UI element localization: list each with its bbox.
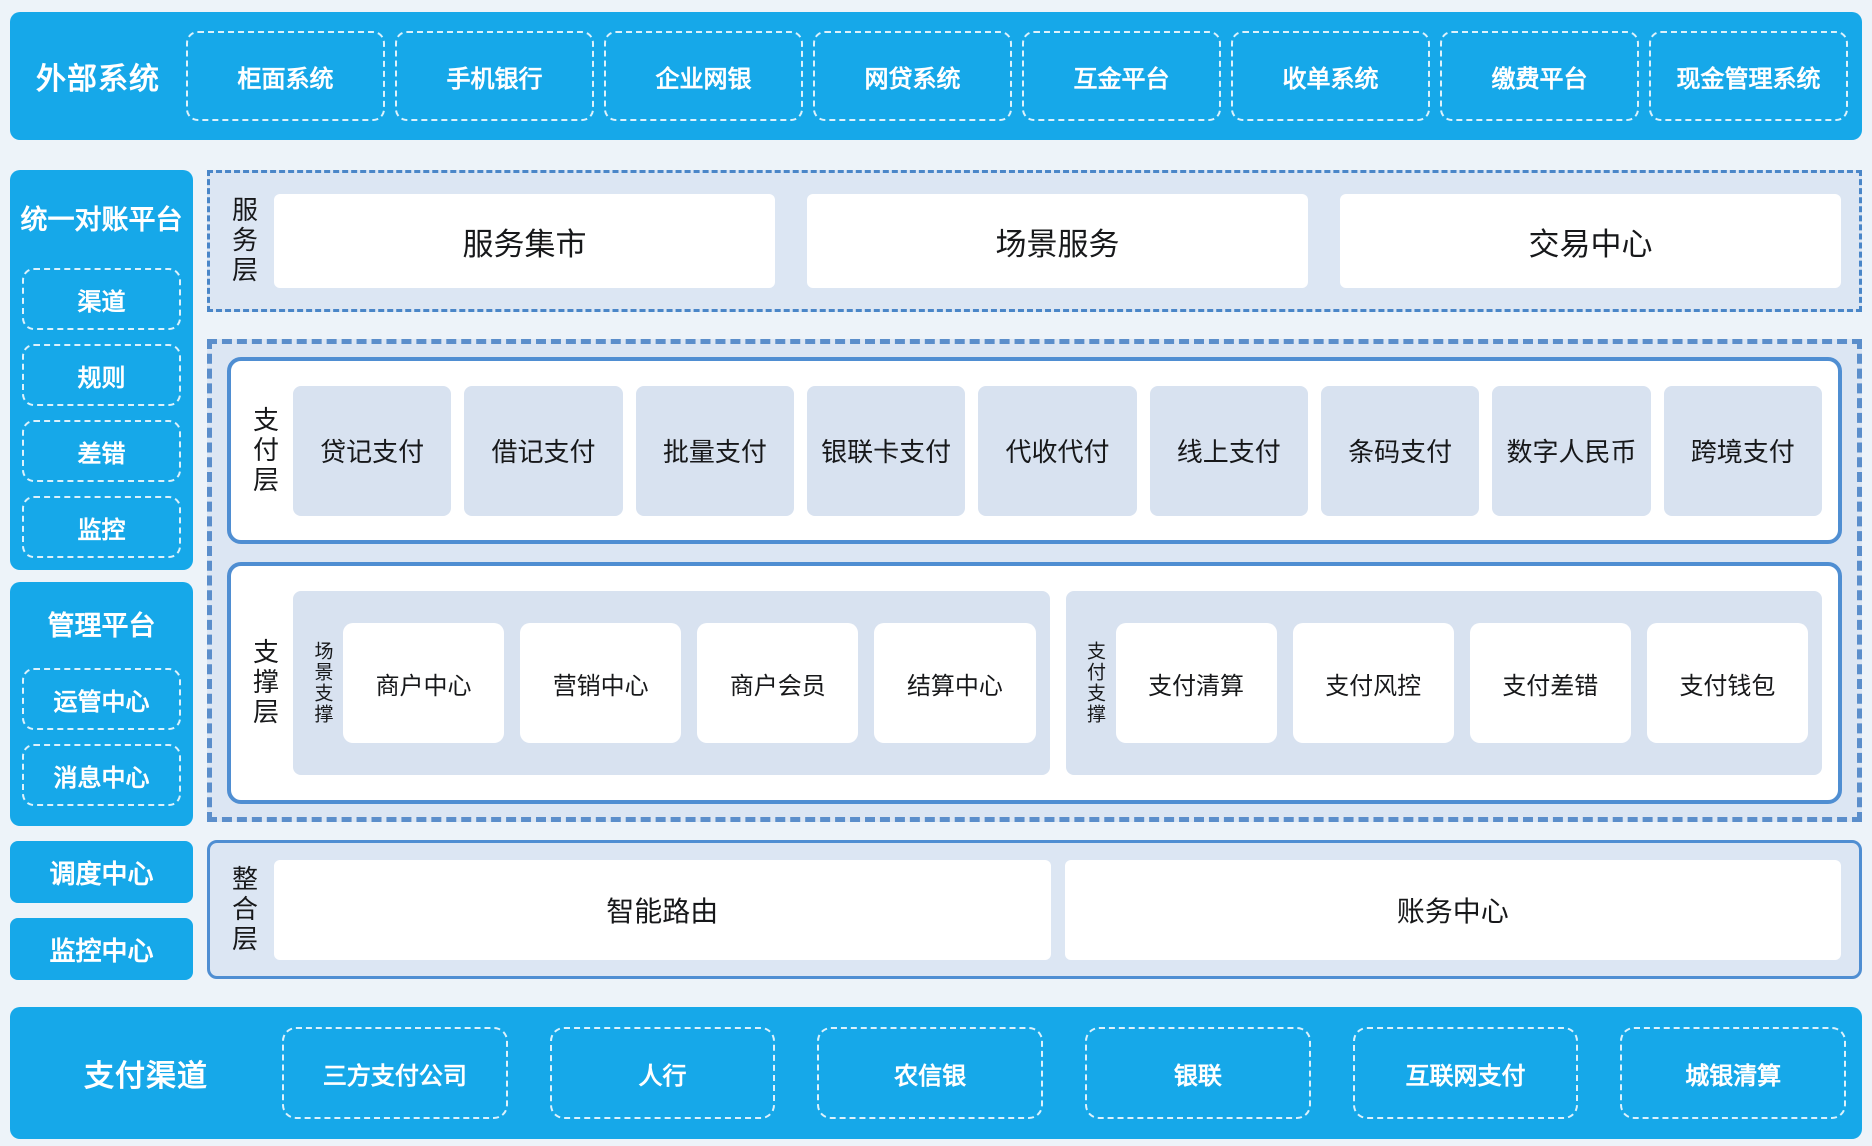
payment-channels-label: 支付渠道 — [10, 1051, 282, 1095]
support-item: 商户中心 — [343, 623, 504, 743]
payment-channel-item: 银联 — [1085, 1027, 1311, 1119]
reconciliation-platform-title: 统一对账平台 — [22, 180, 181, 254]
sidebar-dashed-item: 规则 — [22, 344, 181, 406]
payment-layer-items: 贷记支付借记支付批量支付银联卡支付代收代付线上支付条码支付数字人民币跨境支付 — [293, 386, 1822, 516]
service-layer-label: 服务层 — [220, 196, 268, 286]
sidebar-solid-item: 调度中心 — [10, 841, 193, 903]
support-item: 支付差错 — [1470, 623, 1631, 743]
scene-support-group: 场景支撑 商户中心营销中心商户会员结算中心 — [293, 591, 1050, 775]
external-system-item: 缴费平台 — [1440, 31, 1639, 121]
payment-channels-items: 三方支付公司人行农信银银联互联网支付城银清算 — [282, 1027, 1846, 1119]
integration-item: 智能路由 — [274, 860, 1051, 960]
core-dashed-container: 支付层 贷记支付借记支付批量支付银联卡支付代收代付线上支付条码支付数字人民币跨境… — [207, 339, 1862, 822]
sidebar-solid-blocks: 调度中心监控中心 — [10, 826, 193, 980]
management-platform-title: 管理平台 — [22, 592, 181, 654]
external-systems-label: 外部系统 — [10, 54, 186, 98]
payment-layer-label: 支付层 — [241, 406, 289, 496]
support-item: 支付风控 — [1293, 623, 1454, 743]
sidebar-dashed-item: 运管中心 — [22, 668, 181, 730]
payment-item: 批量支付 — [636, 386, 794, 516]
external-system-item: 柜面系统 — [186, 31, 385, 121]
service-layer: 服务层 服务集市场景服务交易中心 — [207, 170, 1862, 312]
external-systems-bar: 外部系统 柜面系统手机银行企业网银网贷系统互金平台收单系统缴费平台现金管理系统 — [10, 12, 1862, 140]
support-item: 结算中心 — [874, 623, 1035, 743]
payment-item: 银联卡支付 — [807, 386, 965, 516]
service-layer-items: 服务集市场景服务交易中心 — [274, 194, 1841, 288]
payment-channel-item: 城银清算 — [1620, 1027, 1846, 1119]
service-item: 场景服务 — [807, 194, 1308, 288]
reconciliation-platform-items: 渠道规则差错监控 — [22, 254, 181, 558]
payment-item: 数字人民币 — [1492, 386, 1650, 516]
external-system-item: 网贷系统 — [813, 31, 1012, 121]
payment-item: 借记支付 — [464, 386, 622, 516]
main-content: 服务层 服务集市场景服务交易中心 支付层 贷记支付借记支付批量支付银联卡支付代收… — [207, 170, 1862, 980]
payment-item: 代收代付 — [978, 386, 1136, 516]
sidebar-dashed-item: 渠道 — [22, 268, 181, 330]
support-layer-groups: 场景支撑 商户中心营销中心商户会员结算中心 支付支撑 支付清算支付风控支付差错支… — [293, 591, 1822, 775]
sidebar-solid-item: 监控中心 — [10, 918, 193, 980]
integration-item: 账务中心 — [1065, 860, 1842, 960]
payment-channel-item: 三方支付公司 — [282, 1027, 508, 1119]
external-system-item: 收单系统 — [1231, 31, 1430, 121]
sidebar-dashed-item: 消息中心 — [22, 744, 181, 806]
external-system-item: 企业网银 — [604, 31, 803, 121]
payment-support-items: 支付清算支付风控支付差错支付钱包 — [1116, 623, 1809, 743]
service-item: 交易中心 — [1340, 194, 1841, 288]
payment-channels-bar: 支付渠道 三方支付公司人行农信银银联互联网支付城银清算 — [10, 1007, 1862, 1139]
support-layer-label: 支撑层 — [241, 638, 289, 728]
sidebar: 统一对账平台 渠道规则差错监控 管理平台 运管中心消息中心 调度中心监控中心 — [10, 170, 193, 980]
support-item: 支付钱包 — [1647, 623, 1808, 743]
support-item: 营销中心 — [520, 623, 681, 743]
payment-item: 贷记支付 — [293, 386, 451, 516]
external-system-item: 手机银行 — [395, 31, 594, 121]
external-system-item: 现金管理系统 — [1649, 31, 1848, 121]
scene-support-label: 场景支撑 — [301, 641, 343, 725]
payment-channel-item: 农信银 — [817, 1027, 1043, 1119]
architecture-diagram: 外部系统 柜面系统手机银行企业网银网贷系统互金平台收单系统缴费平台现金管理系统 … — [0, 0, 1872, 1146]
reconciliation-platform-block: 统一对账平台 渠道规则差错监控 — [10, 170, 193, 570]
payment-layer: 支付层 贷记支付借记支付批量支付银联卡支付代收代付线上支付条码支付数字人民币跨境… — [227, 357, 1842, 544]
payment-support-group: 支付支撑 支付清算支付风控支付差错支付钱包 — [1066, 591, 1823, 775]
support-layer: 支撑层 场景支撑 商户中心营销中心商户会员结算中心 支付支撑 支付清算支付风控支… — [227, 562, 1842, 804]
middle-region: 统一对账平台 渠道规则差错监控 管理平台 运管中心消息中心 调度中心监控中心 服… — [10, 170, 1862, 980]
integration-layer-label: 整合层 — [220, 865, 268, 955]
management-platform-items: 运管中心消息中心 — [22, 654, 181, 806]
payment-item: 跨境支付 — [1664, 386, 1822, 516]
external-systems-items: 柜面系统手机银行企业网银网贷系统互金平台收单系统缴费平台现金管理系统 — [186, 31, 1848, 121]
payment-channel-item: 互联网支付 — [1353, 1027, 1579, 1119]
payment-item: 条码支付 — [1321, 386, 1479, 516]
scene-support-items: 商户中心营销中心商户会员结算中心 — [343, 623, 1036, 743]
payment-channel-item: 人行 — [550, 1027, 776, 1119]
integration-layer-items: 智能路由账务中心 — [274, 860, 1841, 960]
sidebar-dashed-item: 差错 — [22, 420, 181, 482]
external-system-item: 互金平台 — [1022, 31, 1221, 121]
sidebar-dashed-item: 监控 — [22, 496, 181, 558]
payment-item: 线上支付 — [1150, 386, 1308, 516]
payment-support-label: 支付支撑 — [1074, 641, 1116, 725]
management-platform-block: 管理平台 运管中心消息中心 — [10, 582, 193, 826]
support-item: 商户会员 — [697, 623, 858, 743]
integration-layer: 整合层 智能路由账务中心 — [207, 840, 1862, 979]
support-item: 支付清算 — [1116, 623, 1277, 743]
service-item: 服务集市 — [274, 194, 775, 288]
